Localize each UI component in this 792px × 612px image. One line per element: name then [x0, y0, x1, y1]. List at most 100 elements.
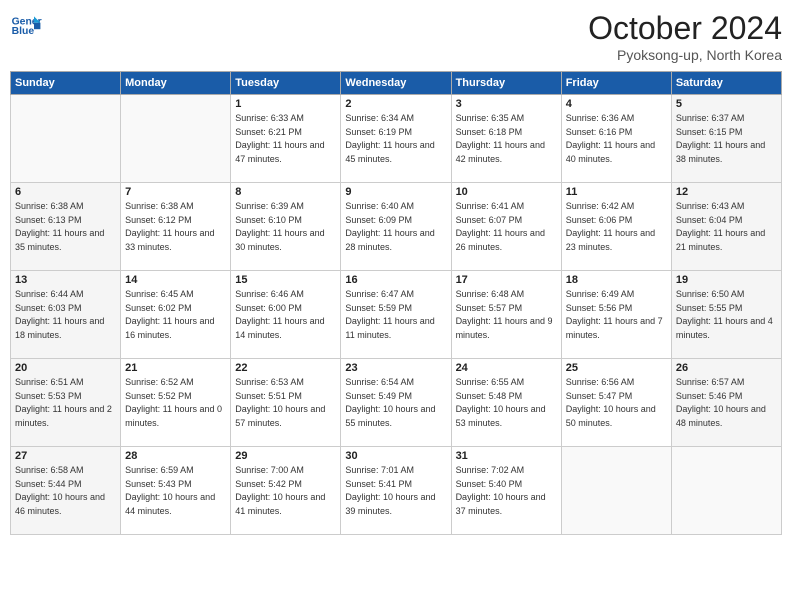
day-cell: 18 Sunrise: 6:49 AMSunset: 5:56 PMDayligh… — [561, 271, 671, 359]
day-cell: 8Sunrise: 6:39 AMSunset: 6:10 PMDaylight… — [231, 183, 341, 271]
day-info: Sunrise: 7:00 AMSunset: 5:42 PMDaylight:… — [235, 464, 336, 518]
day-cell: 15 Sunrise: 6:46 AMSunset: 6:00 PMDayligh… — [231, 271, 341, 359]
day-cell: 27 Sunrise: 6:58 AMSunset: 5:44 PMDayligh… — [11, 447, 121, 535]
day-number: 13 — [15, 274, 116, 286]
day-number: 15 — [235, 274, 336, 286]
day-info: Sunrise: 6:33 AMSunset: 6:21 PMDaylight:… — [235, 112, 336, 166]
day-cell: 6Sunrise: 6:38 AMSunset: 6:13 PMDaylight… — [11, 183, 121, 271]
day-cell — [11, 95, 121, 183]
day-cell: 25Sunrise: 6:56 AMSunset: 5:47 PMDayligh… — [561, 359, 671, 447]
day-number: 5 — [676, 98, 777, 110]
month-title: October 2024 — [588, 10, 782, 47]
day-number: 6 — [15, 186, 116, 198]
day-number: 14 — [125, 274, 226, 286]
day-info: Sunrise: 6:47 AMSunset: 5:59 PMDaylight:… — [345, 288, 446, 342]
day-number: 7 — [125, 186, 226, 198]
day-cell: 17 Sunrise: 6:48 AMSunset: 5:57 PMDayligh… — [451, 271, 561, 359]
week-row-1: 1 Sunrise: 6:33 AMSunset: 6:21 PMDaylight… — [11, 95, 782, 183]
header-row: SundayMondayTuesdayWednesdayThursdayFrid… — [11, 72, 782, 95]
day-cell: 20 Sunrise: 6:51 AMSunset: 5:53 PMDayligh… — [11, 359, 121, 447]
day-number: 1 — [235, 98, 336, 110]
day-info: Sunrise: 6:56 AMSunset: 5:47 PMDaylight:… — [566, 376, 667, 430]
day-number: 23 — [345, 362, 446, 374]
day-cell: 31 Sunrise: 7:02 AMSunset: 5:40 PMDayligh… — [451, 447, 561, 535]
day-number: 28 — [125, 450, 226, 462]
day-number: 31 — [456, 450, 557, 462]
day-info: Sunrise: 6:48 AMSunset: 5:57 PMDaylight:… — [456, 288, 557, 342]
day-cell: 12Sunrise: 6:43 AMSunset: 6:04 PMDayligh… — [671, 183, 781, 271]
day-cell: 30Sunrise: 7:01 AMSunset: 5:41 PMDayligh… — [341, 447, 451, 535]
day-info: Sunrise: 6:38 AMSunset: 6:12 PMDaylight:… — [125, 200, 226, 254]
day-info: Sunrise: 6:34 AMSunset: 6:19 PMDaylight:… — [345, 112, 446, 166]
header-cell-friday: Friday — [561, 72, 671, 95]
day-cell: 10 Sunrise: 6:41 AMSunset: 6:07 PMDayligh… — [451, 183, 561, 271]
day-info: Sunrise: 6:55 AMSunset: 5:48 PMDaylight:… — [456, 376, 557, 430]
day-number: 20 — [15, 362, 116, 374]
day-info: Sunrise: 6:35 AMSunset: 6:18 PMDaylight:… — [456, 112, 557, 166]
page: General Blue October 2024 Pyoksong-up, N… — [0, 0, 792, 612]
day-number: 10 — [456, 186, 557, 198]
week-row-5: 27 Sunrise: 6:58 AMSunset: 5:44 PMDayligh… — [11, 447, 782, 535]
header-cell-saturday: Saturday — [671, 72, 781, 95]
header-cell-monday: Monday — [121, 72, 231, 95]
day-number: 27 — [15, 450, 116, 462]
week-row-3: 13 Sunrise: 6:44 AMSunset: 6:03 PMDayligh… — [11, 271, 782, 359]
day-info: Sunrise: 6:36 AMSunset: 6:16 PMDaylight:… — [566, 112, 667, 166]
header-cell-tuesday: Tuesday — [231, 72, 341, 95]
day-info: Sunrise: 6:39 AMSunset: 6:10 PMDaylight:… — [235, 200, 336, 254]
day-cell: 29 Sunrise: 7:00 AMSunset: 5:42 PMDayligh… — [231, 447, 341, 535]
day-cell: 2Sunrise: 6:34 AMSunset: 6:19 PMDaylight… — [341, 95, 451, 183]
day-info: Sunrise: 6:52 AMSunset: 5:52 PMDaylight:… — [125, 376, 226, 430]
day-info: Sunrise: 6:50 AMSunset: 5:55 PMDaylight:… — [676, 288, 777, 342]
day-cell: 23 Sunrise: 6:54 AMSunset: 5:49 PMDayligh… — [341, 359, 451, 447]
day-info: Sunrise: 6:42 AMSunset: 6:06 PMDaylight:… — [566, 200, 667, 254]
day-cell: 24 Sunrise: 6:55 AMSunset: 5:48 PMDayligh… — [451, 359, 561, 447]
day-info: Sunrise: 6:53 AMSunset: 5:51 PMDaylight:… — [235, 376, 336, 430]
day-cell: 11 Sunrise: 6:42 AMSunset: 6:06 PMDayligh… — [561, 183, 671, 271]
day-info: Sunrise: 6:40 AMSunset: 6:09 PMDaylight:… — [345, 200, 446, 254]
day-number: 11 — [566, 186, 667, 198]
day-cell: 16 Sunrise: 6:47 AMSunset: 5:59 PMDayligh… — [341, 271, 451, 359]
day-info: Sunrise: 6:41 AMSunset: 6:07 PMDaylight:… — [456, 200, 557, 254]
day-cell: 5 Sunrise: 6:37 AMSunset: 6:15 PMDaylight… — [671, 95, 781, 183]
logo: General Blue — [10, 10, 42, 42]
day-cell: 28 Sunrise: 6:59 AMSunset: 5:43 PMDayligh… — [121, 447, 231, 535]
day-info: Sunrise: 6:46 AMSunset: 6:00 PMDaylight:… — [235, 288, 336, 342]
day-info: Sunrise: 6:37 AMSunset: 6:15 PMDaylight:… — [676, 112, 777, 166]
day-number: 16 — [345, 274, 446, 286]
svg-text:Blue: Blue — [12, 26, 35, 37]
title-block: October 2024 Pyoksong-up, North Korea — [588, 10, 782, 63]
day-number: 29 — [235, 450, 336, 462]
header-cell-wednesday: Wednesday — [341, 72, 451, 95]
week-row-2: 6Sunrise: 6:38 AMSunset: 6:13 PMDaylight… — [11, 183, 782, 271]
day-info: Sunrise: 6:49 AMSunset: 5:56 PMDaylight:… — [566, 288, 667, 342]
calendar-table: SundayMondayTuesdayWednesdayThursdayFrid… — [10, 71, 782, 535]
day-cell — [671, 447, 781, 535]
day-cell: 21 Sunrise: 6:52 AMSunset: 5:52 PMDayligh… — [121, 359, 231, 447]
day-cell: 1 Sunrise: 6:33 AMSunset: 6:21 PMDaylight… — [231, 95, 341, 183]
day-number: 21 — [125, 362, 226, 374]
day-cell: 22 Sunrise: 6:53 AMSunset: 5:51 PMDayligh… — [231, 359, 341, 447]
day-cell: 4Sunrise: 6:36 AMSunset: 6:16 PMDaylight… — [561, 95, 671, 183]
day-number: 22 — [235, 362, 336, 374]
day-cell: 3Sunrise: 6:35 AMSunset: 6:18 PMDaylight… — [451, 95, 561, 183]
day-cell: 7 Sunrise: 6:38 AMSunset: 6:12 PMDaylight… — [121, 183, 231, 271]
day-info: Sunrise: 6:54 AMSunset: 5:49 PMDaylight:… — [345, 376, 446, 430]
day-info: Sunrise: 6:45 AMSunset: 6:02 PMDaylight:… — [125, 288, 226, 342]
day-number: 18 — [566, 274, 667, 286]
day-cell: 26Sunrise: 6:57 AMSunset: 5:46 PMDayligh… — [671, 359, 781, 447]
day-number: 24 — [456, 362, 557, 374]
day-number: 26 — [676, 362, 777, 374]
day-info: Sunrise: 7:02 AMSunset: 5:40 PMDaylight:… — [456, 464, 557, 518]
day-cell: 19Sunrise: 6:50 AMSunset: 5:55 PMDayligh… — [671, 271, 781, 359]
header-cell-sunday: Sunday — [11, 72, 121, 95]
day-info: Sunrise: 6:44 AMSunset: 6:03 PMDaylight:… — [15, 288, 116, 342]
day-number: 17 — [456, 274, 557, 286]
day-cell: 9Sunrise: 6:40 AMSunset: 6:09 PMDaylight… — [341, 183, 451, 271]
day-info: Sunrise: 6:59 AMSunset: 5:43 PMDaylight:… — [125, 464, 226, 518]
day-cell — [121, 95, 231, 183]
day-number: 12 — [676, 186, 777, 198]
logo-icon: General Blue — [10, 10, 42, 42]
day-info: Sunrise: 6:51 AMSunset: 5:53 PMDaylight:… — [15, 376, 116, 430]
day-info: Sunrise: 6:58 AMSunset: 5:44 PMDaylight:… — [15, 464, 116, 518]
